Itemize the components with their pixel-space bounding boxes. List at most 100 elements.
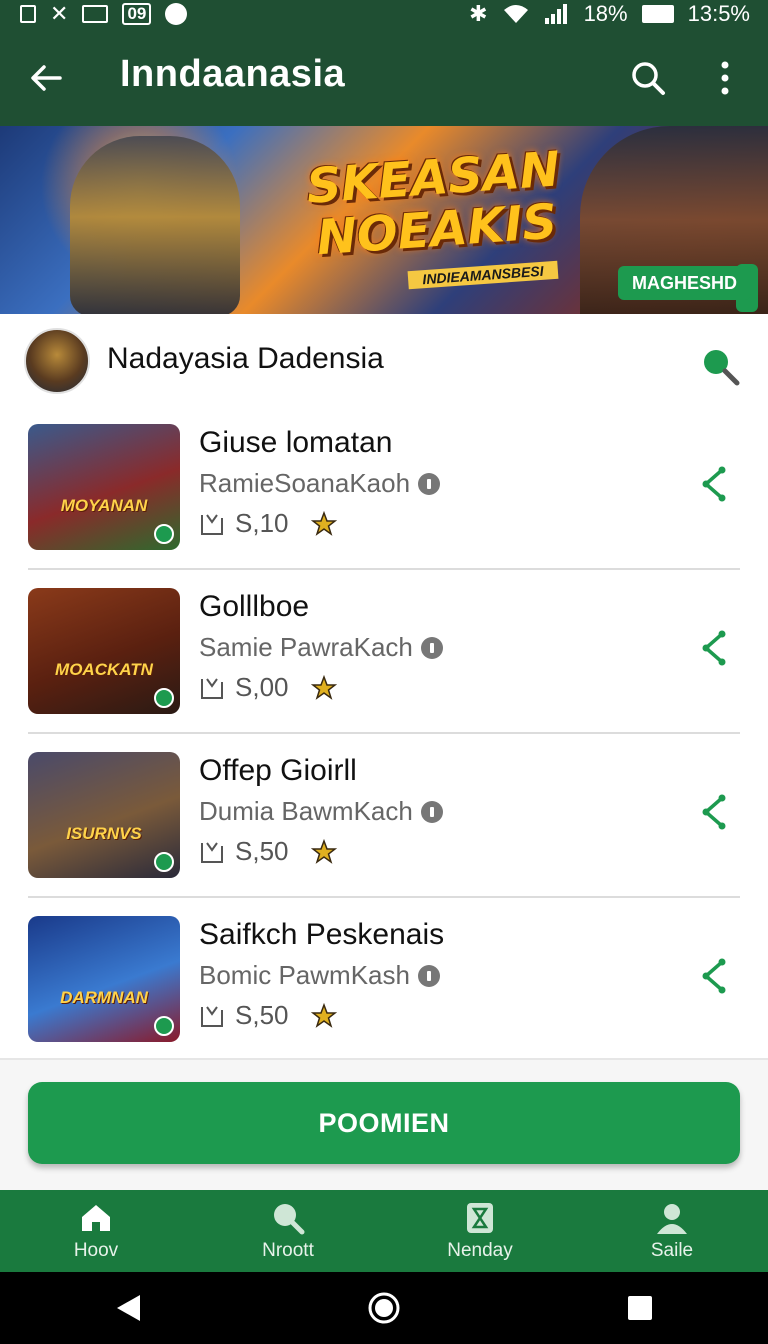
channel-header: Nadayasia Dadensia [0, 314, 768, 406]
system-back-button[interactable] [108, 1288, 148, 1328]
share-icon[interactable] [694, 628, 734, 668]
banner-badge-button[interactable]: MAGHESHD [618, 266, 752, 300]
list-item[interactable]: MOACKATN Golllboe Samie PawraKach S,00 [0, 570, 768, 734]
verified-badge-icon [154, 852, 174, 872]
item-value: S,50 [235, 836, 289, 866]
bluetooth-icon: ✱ [469, 1, 488, 26]
chart-box-icon [201, 1005, 223, 1027]
nav-nenday-label: Nenday [447, 1240, 513, 1261]
game-list: MOYANAN Giuse lomatan RamieSoanaKaoh S,1… [0, 406, 768, 1062]
status-left: ✕ 09 [20, 1, 188, 27]
item-value: S,00 [235, 672, 289, 702]
nav-profile-label: Saile [650, 1240, 694, 1261]
share-icon[interactable] [694, 464, 734, 504]
channel-search-icon[interactable] [698, 344, 742, 388]
info-icon[interactable] [420, 800, 443, 823]
nav-search[interactable]: Nrοott [192, 1190, 384, 1272]
item-subtitle: Bomic PawmKash [199, 960, 440, 991]
channel-avatar[interactable] [24, 328, 90, 394]
hourglass-icon [467, 1203, 493, 1233]
system-recents-button[interactable] [620, 1288, 660, 1328]
clock: 13:5% [687, 1, 750, 26]
app-bar: Inndaanasia [0, 28, 768, 126]
star-icon [310, 674, 337, 700]
status-bar: ✕ 09 ✱ 18% 13:5% [0, 0, 768, 28]
search-icon[interactable] [628, 58, 668, 98]
circle-home-icon [368, 1292, 400, 1324]
status-right: ✱ 18% 13:5% [469, 1, 750, 27]
share-icon[interactable] [694, 792, 734, 832]
action-area: POOMIEN [0, 1058, 768, 1190]
signal-icon [544, 4, 567, 24]
game-thumbnail[interactable]: ISURNVS [28, 752, 180, 878]
battery-icon [641, 5, 674, 23]
app-notification-icon [165, 3, 188, 25]
item-author: Samie PawraKach [199, 632, 413, 662]
list-item[interactable]: ISURNVS Offep Gioirll Dumia BawmKach S,5… [0, 734, 768, 898]
game-thumbnail[interactable]: DARMNAN [28, 916, 180, 1042]
verified-badge-icon [154, 688, 174, 708]
profile-icon [657, 1204, 687, 1234]
thumbnail-title: DARMNAN [60, 988, 148, 1007]
item-value: S,50 [235, 1000, 289, 1030]
more-vert-icon[interactable] [712, 58, 738, 98]
item-subtitle: RamieSoanaKaoh [199, 468, 441, 499]
star-icon [310, 1002, 337, 1028]
verified-badge-icon [154, 1016, 174, 1036]
item-meta: S,00 [199, 672, 337, 703]
list-item[interactable]: DARMNAN Saifkch Peskenais Bomic PawmKash… [0, 898, 768, 1062]
banner-subtitle: INDIEAMANSBESI [407, 260, 559, 290]
share-icon[interactable] [694, 956, 734, 996]
nav-nenday[interactable]: Nenday [384, 1190, 576, 1272]
info-icon[interactable] [418, 472, 441, 495]
banner-hero-armored-knight [70, 136, 240, 314]
info-icon[interactable] [417, 964, 440, 987]
nav-home[interactable]: Hoov [0, 1190, 192, 1272]
verified-badge-icon [154, 524, 174, 544]
star-icon [310, 510, 337, 536]
search-icon [274, 1204, 305, 1235]
wifi-icon [503, 5, 528, 23]
system-navigation-bar [0, 1272, 768, 1344]
channel-name: Nadayasia Dadensia [107, 342, 384, 375]
bottom-nav: Hoov Nrοott Nenday Saile [0, 1190, 768, 1272]
nav-search-label: Nrοott [262, 1240, 314, 1261]
triangle-back-icon [117, 1295, 140, 1321]
info-icon[interactable] [420, 636, 443, 659]
item-title: Saifkch Peskenais [199, 918, 445, 951]
item-subtitle: Samie PawraKach [199, 632, 443, 663]
banner-title: SKEASAN NOEAKIS [297, 141, 574, 266]
star-icon [310, 838, 337, 864]
battery-percent: 18% [583, 1, 628, 26]
chart-box-icon [201, 841, 223, 863]
back-arrow-icon[interactable] [26, 58, 66, 98]
nav-profile[interactable]: Saile [576, 1190, 768, 1272]
square-recents-icon [628, 1296, 652, 1320]
list-item[interactable]: MOYANAN Giuse lomatan RamieSoanaKaoh S,1… [0, 406, 768, 570]
item-author: Bomic PawmKash [199, 960, 410, 990]
item-author: Dumia BawmKach [199, 796, 413, 826]
thumbnail-title: ISURNVS [66, 824, 142, 843]
item-value: S,10 [235, 508, 289, 538]
item-title: Golllboe [199, 590, 310, 623]
chart-box-icon [201, 677, 223, 699]
nav-home-label: Hoov [73, 1240, 119, 1261]
thumbnail-title: MOACKATN [55, 660, 153, 679]
primary-action-button[interactable]: POOMIEN [28, 1082, 740, 1164]
notification-icon [20, 5, 36, 23]
item-author: RamieSoanaKaoh [199, 468, 411, 498]
screen-icon [82, 5, 109, 23]
item-meta: S,50 [199, 1000, 337, 1031]
system-home-button[interactable] [364, 1288, 404, 1328]
chart-box-icon [201, 513, 223, 535]
notification-badge: 09 [122, 3, 152, 25]
page-title: Inndaanasia [120, 53, 346, 95]
item-subtitle: Dumia BawmKach [199, 796, 443, 827]
item-title: Offep Gioirll [199, 754, 357, 787]
game-thumbnail[interactable]: MOACKATN [28, 588, 180, 714]
item-meta: S,50 [199, 836, 337, 867]
home-icon [82, 1205, 110, 1231]
game-thumbnail[interactable]: MOYANAN [28, 424, 180, 550]
thumbnail-title: MOYANAN [60, 496, 148, 515]
item-meta: S,10 [199, 508, 337, 539]
